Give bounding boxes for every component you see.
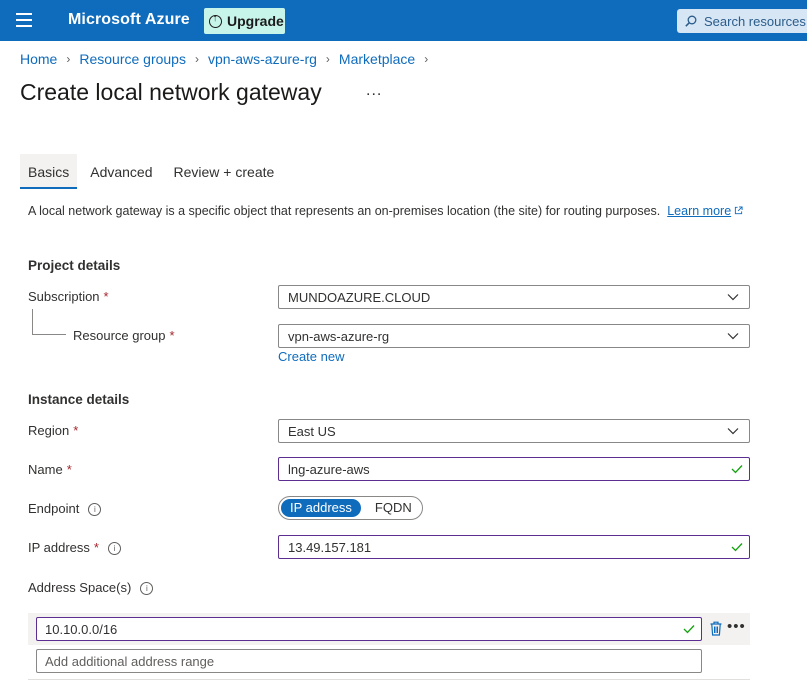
name-value: lng-azure-aws bbox=[288, 461, 370, 477]
chevron-down-icon bbox=[727, 333, 739, 340]
chevron-right-icon: › bbox=[194, 52, 199, 66]
required-marker: * bbox=[169, 328, 175, 343]
trash-icon[interactable] bbox=[710, 621, 722, 636]
required-marker: * bbox=[73, 423, 79, 438]
description: A local network gateway is a specific ob… bbox=[28, 203, 748, 220]
upgrade-label: Upgrade bbox=[227, 13, 284, 29]
breadcrumb-resource-group[interactable]: vpn-aws-azure-rg bbox=[208, 51, 317, 67]
subscription-value: MUNDOAZURE.CLOUD bbox=[288, 289, 431, 305]
endpoint-toggle: IP address FQDN bbox=[278, 496, 423, 520]
resource-group-value: vpn-aws-azure-rg bbox=[288, 328, 390, 344]
endpoint-option-fqdn[interactable]: FQDN bbox=[366, 499, 421, 517]
ellipsis-icon[interactable]: ••• bbox=[727, 618, 746, 635]
ip-address-input[interactable]: 13.49.157.181 bbox=[278, 535, 750, 559]
region-value: East US bbox=[288, 423, 336, 439]
chevron-right-icon: › bbox=[424, 52, 429, 66]
ip-address-label: IP address * i bbox=[28, 540, 121, 555]
search-placeholder: Search resources, bbox=[704, 13, 807, 29]
description-text: A local network gateway is a specific ob… bbox=[28, 204, 661, 218]
endpoint-label: Endpoint i bbox=[28, 501, 102, 516]
brand-name[interactable]: Microsoft Azure bbox=[68, 11, 190, 29]
instance-details-heading: Instance details bbox=[28, 392, 130, 407]
page-title: Create local network gateway bbox=[20, 79, 322, 105]
upgrade-icon bbox=[209, 13, 222, 28]
breadcrumb-marketplace[interactable]: Marketplace bbox=[339, 51, 415, 67]
more-actions-button[interactable]: ... bbox=[366, 82, 382, 100]
endpoint-option-ip-address[interactable]: IP address bbox=[281, 499, 361, 517]
divider bbox=[28, 679, 750, 680]
project-details-heading: Project details bbox=[28, 258, 121, 273]
address-space-label: Address Space(s) i bbox=[28, 580, 154, 595]
ip-address-value: 13.49.157.181 bbox=[288, 539, 372, 555]
create-new-link[interactable]: Create new bbox=[278, 349, 344, 364]
address-space-input[interactable]: 10.10.0.0/16 bbox=[36, 617, 702, 641]
learn-more-link[interactable]: Learn more bbox=[667, 204, 743, 218]
search-icon bbox=[685, 15, 697, 27]
subscription-label: Subscription * bbox=[28, 289, 109, 304]
add-address-range-input[interactable]: Add additional address range bbox=[36, 649, 702, 673]
hamburger-icon[interactable] bbox=[16, 13, 32, 27]
info-icon[interactable]: i bbox=[140, 582, 154, 595]
address-space-row: 10.10.0.0/16 ••• bbox=[28, 613, 750, 645]
chevron-down-icon bbox=[727, 428, 739, 435]
name-input[interactable]: lng-azure-aws bbox=[278, 457, 750, 481]
tab-advanced[interactable]: Advanced bbox=[82, 154, 160, 189]
checkmark-icon bbox=[683, 625, 695, 634]
chevron-down-icon bbox=[727, 294, 739, 301]
region-label: Region * bbox=[28, 423, 79, 438]
required-marker: * bbox=[66, 462, 72, 477]
address-space-value: 10.10.0.0/16 bbox=[45, 621, 118, 637]
resource-group-dropdown[interactable]: vpn-aws-azure-rg bbox=[278, 324, 750, 348]
upgrade-button[interactable]: Upgrade bbox=[204, 8, 285, 34]
breadcrumb-resource-groups[interactable]: Resource groups bbox=[79, 51, 186, 67]
subscription-dropdown[interactable]: MUNDOAZURE.CLOUD bbox=[278, 285, 750, 309]
tab-review-create[interactable]: Review + create bbox=[166, 154, 283, 189]
breadcrumb-home[interactable]: Home bbox=[20, 51, 57, 67]
checkmark-icon bbox=[731, 465, 743, 474]
tab-basics[interactable]: Basics bbox=[20, 154, 78, 189]
info-icon[interactable]: i bbox=[107, 542, 121, 555]
chevron-right-icon: › bbox=[66, 52, 71, 66]
checkmark-icon bbox=[731, 543, 743, 552]
external-link-icon bbox=[735, 206, 743, 215]
region-dropdown[interactable]: East US bbox=[278, 419, 750, 443]
required-marker: * bbox=[93, 540, 99, 555]
info-icon[interactable]: i bbox=[88, 503, 102, 516]
tab-bar: Basics Advanced Review + create bbox=[20, 154, 287, 189]
add-address-range-placeholder: Add additional address range bbox=[45, 653, 215, 669]
required-marker: * bbox=[103, 289, 109, 304]
global-search-input[interactable]: Search resources, bbox=[677, 9, 807, 33]
resource-group-label: Resource group * bbox=[73, 328, 175, 343]
tree-connector bbox=[32, 309, 66, 335]
chevron-right-icon: › bbox=[325, 52, 330, 66]
name-label: Name * bbox=[28, 462, 72, 477]
breadcrumb: Home › Resource groups › vpn-aws-azure-r… bbox=[20, 51, 437, 67]
top-bar: Microsoft Azure Upgrade Search resources… bbox=[0, 0, 807, 41]
